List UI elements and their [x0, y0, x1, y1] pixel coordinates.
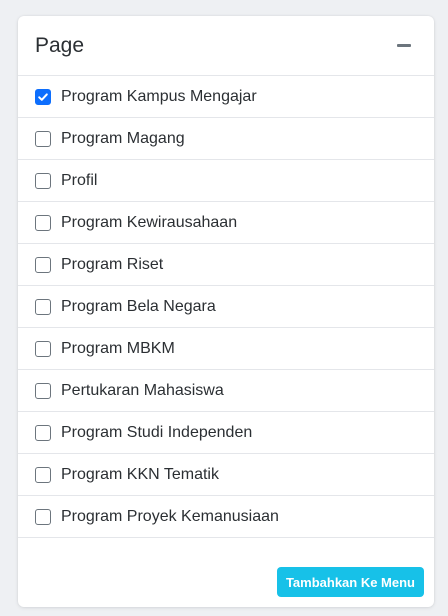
- checkbox[interactable]: [35, 466, 51, 483]
- card-header: Page: [18, 16, 434, 76]
- checkbox[interactable]: [35, 508, 51, 525]
- collapse-button[interactable]: [391, 33, 417, 59]
- checkbox[interactable]: [35, 424, 51, 441]
- checkbox[interactable]: [35, 130, 51, 147]
- list-item[interactable]: Program Proyek Kemanusiaan: [18, 496, 434, 538]
- checkbox[interactable]: [35, 172, 51, 189]
- checkbox[interactable]: [35, 298, 51, 315]
- item-label: Program Bela Negara: [61, 297, 216, 315]
- list-item[interactable]: Program Kewirausahaan: [18, 202, 434, 244]
- card-footer: Tambahkan Ke Menu: [276, 567, 424, 597]
- item-label: Program Riset: [61, 255, 164, 273]
- item-label: Program MBKM: [61, 339, 175, 357]
- list-item[interactable]: Program Magang: [18, 118, 434, 160]
- checkbox[interactable]: [35, 88, 51, 105]
- item-label: Program Kampus Mengajar: [61, 87, 257, 105]
- checkbox[interactable]: [35, 340, 51, 357]
- item-label: Program Kewirausahaan: [61, 213, 238, 231]
- list-item[interactable]: Profil: [18, 160, 434, 202]
- list-item[interactable]: Program Kampus Mengajar: [18, 76, 434, 118]
- item-label: Program Magang: [61, 129, 185, 147]
- list-item[interactable]: Program Studi Independen: [18, 412, 434, 454]
- page-menu-card: Page Program Kampus Mengajar Program Mag…: [18, 16, 434, 607]
- list-item[interactable]: Program MBKM: [18, 328, 434, 370]
- list-item[interactable]: Program KKN Tematik: [18, 454, 434, 496]
- item-label: Profil: [61, 171, 98, 189]
- item-label: Pertukaran Mahasiswa: [61, 381, 224, 399]
- card-title: Page: [35, 33, 85, 57]
- item-label: Program Studi Independen: [61, 423, 253, 441]
- item-label: Program KKN Tematik: [61, 465, 219, 483]
- list-item[interactable]: Program Riset: [18, 244, 434, 286]
- item-label: Program Proyek Kemanusiaan: [61, 507, 279, 525]
- add-to-menu-button[interactable]: Tambahkan Ke Menu: [276, 567, 424, 597]
- page-list: Program Kampus Mengajar Program Magang P…: [18, 76, 434, 538]
- list-item[interactable]: Program Bela Negara: [18, 286, 434, 328]
- checkbox[interactable]: [35, 256, 51, 273]
- minus-icon: [397, 44, 411, 47]
- checkbox[interactable]: [35, 214, 51, 231]
- checkbox[interactable]: [35, 382, 51, 399]
- list-item[interactable]: Pertukaran Mahasiswa: [18, 370, 434, 412]
- checkmark-icon: [38, 92, 48, 101]
